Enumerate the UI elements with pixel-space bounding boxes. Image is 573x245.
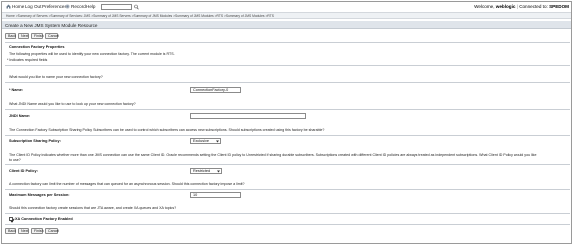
home-icon [6,4,11,9]
breadcrumb-bar: Home >Summary of Servers >Summary of Ser… [2,12,571,19]
search-input[interactable] [101,3,132,10]
page-title: Create a New JMS System Module Resource [5,22,98,28]
dropdown-arrow-icon [217,170,220,173]
subscription-label: Subscription Sharing Policy: [9,139,61,143]
client-id-label: Client ID Policy: [9,169,38,173]
wizard-buttons-bottom: Back Next Finish Cancel [5,228,59,234]
search-go-icon[interactable] [134,4,139,10]
section-intro: The following properties will be used to… [9,52,175,56]
client-id-question: The Client ID Policy indicates whether m… [9,153,537,157]
client-id-question-cont: to use? [9,158,21,162]
welcome-text: Welcome, weblogic | Connected to: SPEDOM [474,4,569,9]
preferences-link[interactable]: Preferences [42,3,67,10]
name-input[interactable]: ConnectionFactory-0 [190,87,241,93]
xa-question: Should this connection factory create se… [9,206,177,210]
divider [5,135,570,136]
divider [5,213,570,214]
name-question: What would you like to name your new con… [9,75,103,79]
next-button[interactable]: Next [18,228,29,234]
browser-window: Home Log Out Preferences Record Help Wel… [1,1,572,244]
divider [5,164,570,165]
cancel-button[interactable]: Cancel [45,228,59,234]
name-label: * Name: [9,88,24,92]
max-messages-input[interactable]: 10 [190,192,241,198]
subscription-sharing-select[interactable]: Exclusive [190,138,221,144]
record-link[interactable]: Record [65,3,86,10]
divider [5,42,570,43]
record-icon [65,4,70,9]
back-button[interactable]: Back [5,228,16,234]
xa-enabled-label: XA Connection Factory Enabled [15,217,73,221]
jndi-name-input[interactable] [190,113,306,119]
section-heading: Connection Factory Properties [9,45,65,49]
wizard-buttons-top: Back Next Finish Cancel [5,33,59,39]
required-note: * Indicates required fields [7,58,48,62]
breadcrumb[interactable]: Home >Summary of Servers >Summary of Ser… [6,14,274,18]
page-title-bar: Create a New JMS System Module Resource [2,21,571,29]
back-button[interactable]: Back [5,33,16,39]
divider [5,109,570,110]
dropdown-arrow-icon [216,140,219,143]
max-messages-question: A connection factory can limit the numbe… [9,182,245,186]
client-id-policy-select[interactable]: Restricted [190,168,222,174]
finish-button[interactable]: Finish [31,33,44,39]
logout-link[interactable]: Log Out [25,3,41,10]
jndi-question: What JNDI Name would you like to use to … [9,102,136,106]
home-link[interactable]: Home [6,3,24,10]
next-button[interactable]: Next [18,33,29,39]
divider [5,82,570,83]
cancel-button[interactable]: Cancel [45,33,59,39]
welcome-user: weblogic [495,4,516,9]
checkbox-check-icon [9,217,15,223]
divider [5,189,570,190]
finish-button[interactable]: Finish [31,228,44,234]
console-toolbar: Home Log Out Preferences Record Help Wel… [2,2,571,11]
divider [5,224,570,225]
divider [5,65,570,66]
connected-domain: SPEDOM [549,4,569,9]
jndi-label: JNDI Name: [9,114,31,118]
max-messages-label: Maximum Messages per Session: [9,193,70,197]
subscription-question: The Connection Factory Subscription Shar… [9,128,325,132]
help-link[interactable]: Help [86,3,95,10]
xa-enabled-checkbox[interactable] [9,217,15,223]
